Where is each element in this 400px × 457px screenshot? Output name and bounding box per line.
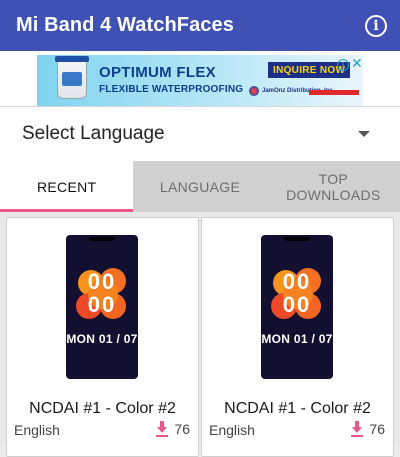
language-dropdown-label: Select Language: [22, 123, 165, 144]
ad-area: OPTIMUM FLEX FLEXIBLE WATERPROOFING INQU…: [0, 51, 400, 107]
tab-top-downloads-line1: TOP: [318, 170, 349, 187]
download-count-value: 76: [369, 421, 385, 437]
preview-date: MON 01 / 07: [66, 332, 138, 346]
language-dropdown[interactable]: Select Language: [0, 107, 400, 161]
download-icon: [155, 421, 169, 437]
watchface-name: NCDAI #1 - Color #2: [29, 400, 176, 417]
tab-recent-label: RECENT: [36, 178, 97, 195]
tab-language[interactable]: LANGUAGE: [133, 161, 266, 212]
tab-top-downloads-label: TOP DOWNLOADS: [286, 171, 381, 203]
ad-headline: OPTIMUM FLEX: [99, 64, 216, 81]
company-logo-icon: [249, 86, 259, 96]
phone-notch: [89, 237, 115, 241]
download-count-value: 76: [174, 421, 190, 437]
ad-subline: FLEXIBLE WATERPROOFING: [99, 84, 244, 95]
app-bar: Mi Band 4 WatchFaces i: [0, 0, 400, 51]
watchface-card[interactable]: 00 00 MON 01 / 07 NCDAI #1 - Color #2 En…: [201, 217, 394, 457]
preview-time-bottom: 00: [282, 292, 312, 317]
tab-bar: RECENT LANGUAGE TOP DOWNLOADS: [0, 161, 400, 212]
watchface-language: English: [14, 422, 60, 438]
tab-language-label: LANGUAGE: [159, 178, 241, 195]
watchface-language: English: [209, 422, 255, 438]
preview-time: 00 00: [76, 270, 128, 316]
adchoices-icon[interactable]: i: [337, 59, 349, 71]
dropdown-arrow-icon: [358, 131, 370, 137]
phone-notch: [284, 237, 310, 241]
preview-date: MON 01 / 07: [261, 332, 333, 346]
preview-time-bottom: 00: [87, 292, 117, 317]
preview-time: 00 00: [271, 270, 323, 316]
watchface-grid: 00 00 MON 01 / 07 NCDAI #1 - Color #2 En…: [0, 212, 400, 457]
download-count: 76: [155, 421, 190, 437]
tab-recent[interactable]: RECENT: [0, 161, 134, 212]
tab-top-downloads[interactable]: TOP DOWNLOADS: [267, 161, 400, 212]
ad-banner[interactable]: OPTIMUM FLEX FLEXIBLE WATERPROOFING INQU…: [37, 55, 363, 106]
preview-time-top: 00: [87, 269, 117, 294]
download-icon: [350, 421, 364, 437]
download-count: 76: [350, 421, 385, 437]
close-icon[interactable]: ✕: [351, 56, 363, 70]
app-title: Mi Band 4 WatchFaces: [16, 14, 234, 36]
info-icon[interactable]: i: [365, 14, 387, 37]
watchface-preview: 00 00 MON 01 / 07: [66, 235, 138, 379]
watchface-name: NCDAI #1 - Color #2: [224, 400, 371, 417]
watchface-card[interactable]: 00 00 MON 01 / 07 NCDAI #1 - Color #2 En…: [6, 217, 199, 457]
watchface-preview: 00 00 MON 01 / 07: [261, 235, 333, 379]
preview-time-top: 00: [282, 269, 312, 294]
ad-red-tag: [309, 90, 359, 95]
ad-product-image: [55, 56, 89, 99]
tab-top-downloads-line2: DOWNLOADS: [286, 186, 381, 203]
